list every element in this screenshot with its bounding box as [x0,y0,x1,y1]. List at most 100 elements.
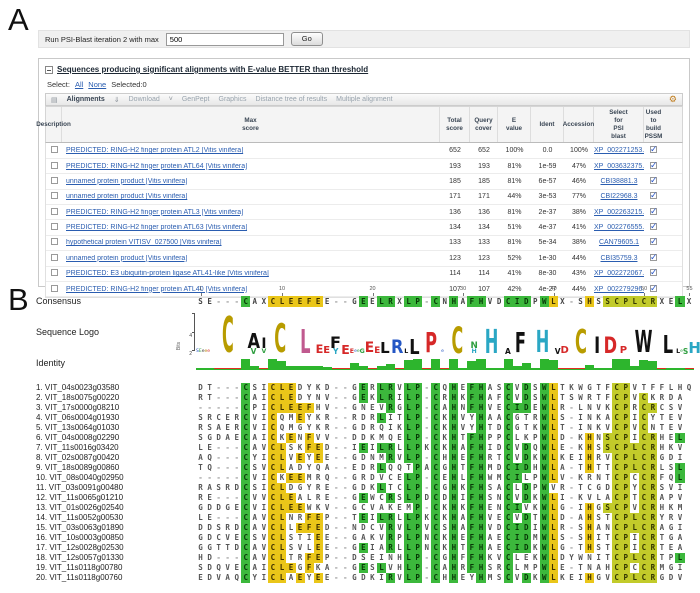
row-checkbox[interactable] [51,162,58,169]
residue-cell: H [440,453,449,463]
description-link[interactable]: unnamed protein product [Vitis vinifera] [66,255,187,262]
psi-checkbox[interactable] [650,146,657,153]
select-none-link[interactable]: None [88,80,106,89]
residue-cell: E [440,473,449,483]
residue-cell: C [268,443,277,453]
residue-cell: C [504,463,513,473]
residue-cell: R [386,513,395,523]
max-sequences-input[interactable] [166,33,284,46]
psi-checkbox[interactable] [650,208,657,215]
residue-cell: H [449,533,458,543]
accession-cell: XP_002263215.1 [594,209,644,216]
toolbar-download[interactable]: Download [129,96,160,103]
row-checkbox[interactable] [51,146,58,153]
bits-tickmark [192,332,195,333]
psi-cell [644,208,663,217]
row-checkbox[interactable] [51,208,58,215]
gear-icon[interactable]: ⚙ [669,95,677,104]
description-link[interactable]: hypothetical protein VITISV_027500 [Viti… [66,239,222,246]
logo-letter: C [275,326,287,354]
residue-cell: C [431,433,440,443]
residue-cell: H [585,463,594,473]
residue-cell: W [540,423,549,433]
residue-cell: H [476,393,485,403]
accession-link[interactable]: CAN79605.1 [599,239,639,246]
psi-cell [644,162,663,171]
residue-cell: L [549,393,558,403]
residue-cell: - [567,433,576,443]
accession-link[interactable]: XP_002272067.1 [594,270,644,277]
toolbar-multiple-alignment[interactable]: Multiple alignment [336,96,392,103]
residue-cell: - [332,523,341,533]
psi-checkbox[interactable] [650,162,657,169]
residue-cell: C [431,403,440,413]
row-checkbox-cell [46,238,62,247]
residue-cell: G [196,543,205,553]
toolbar-alignments[interactable]: Alignments [67,96,105,103]
accession-link[interactable]: XP_002276555.1 [594,224,644,231]
residue-cell: E [666,413,675,423]
row-checkbox[interactable] [51,254,58,261]
toolbar-distance-tree[interactable]: Distance tree of results [256,96,328,103]
residue-cell: C [639,483,648,493]
residue-cell: V [585,493,594,503]
residue-cell: D [205,503,214,513]
residue-cell: P [413,423,422,433]
toolbar-genpept[interactable]: GenPept [182,96,210,103]
logo-column: E [316,307,324,357]
accession-link[interactable]: XP_002263215.1 [594,209,644,216]
residue-cell: N [603,523,612,533]
row-area: TQ---CSVCLADYQA--EDRLQQTPACGHTFHMDCIDHWL… [196,463,694,473]
residue-cell: L [277,523,286,533]
consensus-cell: F [305,296,314,307]
residue-cell: - [422,423,431,433]
value-cell: 0.0 [531,147,564,154]
psi-checkbox[interactable] [650,177,657,184]
residue-cell: K [314,503,323,513]
psi-checkbox[interactable] [650,254,657,261]
go-button[interactable]: Go [291,32,323,46]
residue-cell: V [630,383,639,393]
section-title[interactable]: Sequences producing significant alignmen… [57,65,368,74]
residue-cell: W [305,503,314,513]
identity-bar [305,366,314,370]
psi-checkbox[interactable] [650,238,657,245]
description-link[interactable]: unnamed protein product [Vitis vinifera] [66,193,187,200]
toolbar-graphics[interactable]: Graphics [219,96,247,103]
description-link[interactable]: PREDICTED: RING-H2 finger protein ATL3 [… [66,209,243,216]
residue-cell: K [531,503,540,513]
accession-link[interactable]: XP_003632375.1 [594,163,644,170]
select-all-link[interactable]: All [75,80,83,89]
residue-cell: R [585,393,594,403]
residue-cell: K [368,433,377,443]
residue-cell: H [449,563,458,573]
residue-cell: H [395,563,404,573]
accession-link[interactable]: XP_002271253.1 [594,147,644,154]
identity-bar [639,360,648,370]
residue-cell: D [666,573,675,583]
psi-checkbox[interactable] [650,192,657,199]
accession-link[interactable]: CBI35759.3 [601,255,638,262]
row-checkbox[interactable] [51,238,58,245]
residue-cell: V [630,503,639,513]
accession-link[interactable]: CBI38881.3 [601,178,638,185]
row-checkbox[interactable] [51,192,58,199]
description-link[interactable]: unnamed protein product [Vitis vinifera] [66,178,187,185]
psi-checkbox[interactable] [650,269,657,276]
row-checkbox[interactable] [51,177,58,184]
consensus-cell: L [630,296,639,307]
row-checkbox[interactable] [51,223,58,230]
row-checkbox[interactable] [51,269,58,276]
description-link[interactable]: PREDICTED: E3 ubiquitin-protein ligase A… [66,270,269,277]
collapse-icon[interactable] [45,66,53,74]
accession-link[interactable]: CBI22968.3 [601,193,638,200]
value-cell: 77% [564,193,594,200]
residue-cell: - [332,473,341,483]
psi-checkbox[interactable] [650,223,657,230]
description-link[interactable]: PREDICTED: RING-H2 finger protein ATL2 [… [66,147,243,154]
residue-cell: H [449,403,458,413]
description-link[interactable]: PREDICTED: RING-H2 finger protein ATL64 … [66,163,247,170]
residue-cell: G [440,553,449,563]
residue-cell: A [576,513,585,523]
description-link[interactable]: PREDICTED: RING-H2 finger protein ATL63 … [66,224,247,231]
